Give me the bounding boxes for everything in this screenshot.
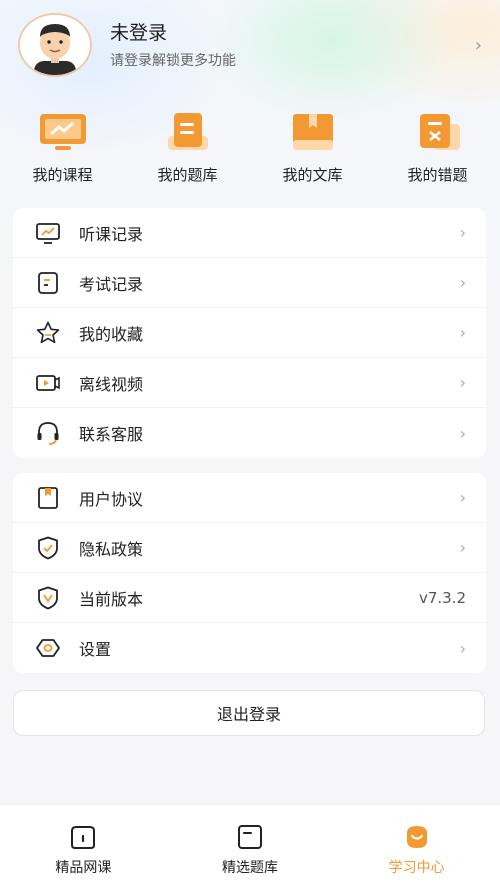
menu-label: 当前版本: [79, 589, 144, 609]
chevron-right-icon: ›: [459, 538, 466, 557]
monitor-icon: [36, 222, 60, 244]
tab-label: 精选题库: [222, 860, 278, 876]
bottom-tab-bar: 精品网课 精选题库 学习中心: [0, 804, 500, 889]
quick-label: 我的题库: [157, 166, 218, 184]
bookmark-doc-icon: [38, 486, 58, 509]
version-value: v7.3.2: [418, 588, 466, 607]
quick-item-courses[interactable]: 我的课程: [0, 110, 125, 190]
tab-courses[interactable]: 精品网课: [0, 805, 167, 889]
chevron-right-icon: ›: [459, 638, 466, 658]
menu-item-listen-record[interactable]: 听课记录 ›: [13, 208, 486, 258]
tab-label: 精品网课: [55, 860, 112, 876]
chevron-right-icon: ›: [459, 223, 466, 242]
quick-item-library[interactable]: 我的文库: [250, 110, 375, 190]
course-tab-icon: [71, 826, 96, 849]
tab-label: 学习中心: [388, 860, 445, 876]
menu-card-primary: 听课记录 › 考试记录 › 我的收藏 › 离线视频 › 联系客服 ›: [13, 208, 486, 458]
menu-label: 考试记录: [79, 274, 144, 294]
menu-item-user-agreement[interactable]: 用户协议 ›: [13, 473, 486, 523]
chevron-right-icon: ›: [459, 423, 466, 443]
logout-button[interactable]: 退出登录: [13, 690, 485, 736]
version-shield-icon: [38, 586, 58, 609]
tab-question-bank[interactable]: 精选题库: [167, 805, 334, 889]
menu-item-favorites[interactable]: 我的收藏 ›: [13, 308, 486, 358]
book-library-icon: [292, 114, 333, 150]
menu-item-exam-record[interactable]: 考试记录 ›: [13, 258, 486, 308]
chevron-right-icon: ›: [459, 488, 466, 507]
exam-record-icon: [38, 271, 58, 294]
profile-text: 未登录 请登录解锁更多功能: [110, 20, 475, 70]
menu-label: 隐私政策: [79, 539, 144, 559]
menu-label: 设置: [79, 640, 112, 659]
menu-item-settings[interactable]: 设置 ›: [13, 623, 486, 673]
quick-item-question-bank[interactable]: 我的题库: [125, 110, 250, 190]
tab-study-center[interactable]: 学习中心: [333, 805, 500, 889]
chevron-right-icon: ›: [474, 34, 482, 56]
quick-label: 我的文库: [282, 166, 343, 184]
menu-label: 我的收藏: [79, 324, 144, 344]
question-tab-icon: [238, 825, 262, 849]
menu-item-privacy-policy[interactable]: 隐私政策 ›: [13, 523, 486, 573]
menu-item-contact-service[interactable]: 联系客服 ›: [13, 408, 486, 458]
profile-header[interactable]: 未登录 请登录解锁更多功能 ›: [18, 13, 482, 77]
menu-item-current-version[interactable]: 当前版本 v7.3.2: [13, 573, 486, 623]
quick-item-wrong-questions[interactable]: 我的错题: [375, 110, 500, 190]
menu-label: 用户协议: [79, 489, 144, 509]
offline-video-icon: [36, 374, 60, 391]
chevron-right-icon: ›: [459, 373, 466, 392]
gear-icon: [36, 639, 60, 657]
menu-label: 听课记录: [79, 224, 144, 244]
menu-label: 离线视频: [79, 374, 144, 394]
avatar[interactable]: [18, 13, 92, 77]
headset-icon: [37, 422, 59, 445]
quick-links: 我的课程 我的题库 我的文库 我的错题: [0, 110, 500, 190]
menu-item-offline-video[interactable]: 离线视频 ›: [13, 358, 486, 408]
profile-subtitle: 请登录解锁更多功能: [110, 53, 236, 69]
shield-check-icon: [38, 536, 58, 559]
quick-label: 我的错题: [407, 166, 468, 184]
study-center-icon: [406, 826, 427, 848]
star-icon: [36, 321, 60, 343]
monitor-chart-icon: [39, 114, 86, 150]
menu-label: 联系客服: [79, 425, 144, 444]
menu-card-secondary: 用户协议 › 隐私政策 › 当前版本 v7.3.2 设置 ›: [13, 473, 486, 673]
chevron-right-icon: ›: [459, 273, 466, 292]
quick-label: 我的课程: [32, 166, 93, 184]
wrong-question-icon: [419, 114, 460, 150]
question-bank-icon: [167, 113, 208, 150]
chevron-right-icon: ›: [459, 323, 466, 342]
profile-name: 未登录: [110, 22, 168, 44]
